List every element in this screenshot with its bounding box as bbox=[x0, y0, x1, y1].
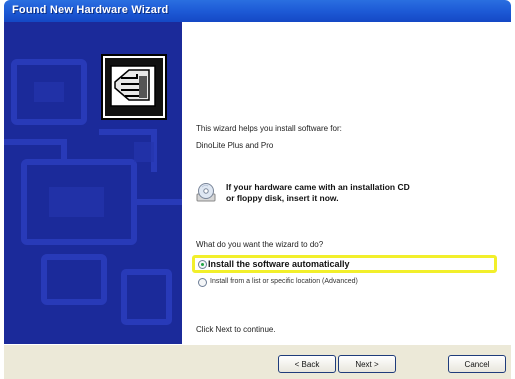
wizard-content: This wizard helps you install software f… bbox=[182, 22, 511, 344]
button-bar: < Back Next > Cancel bbox=[4, 344, 511, 379]
device-name: DinoLite Plus and Pro bbox=[196, 141, 274, 150]
cd-notice-line-2: or floppy disk, insert it now. bbox=[226, 193, 339, 203]
cd-disk-icon bbox=[196, 182, 216, 202]
cd-notice: If your hardware came with an installati… bbox=[226, 182, 410, 204]
option-install-manual-label[interactable]: Install from a list or specific location… bbox=[210, 278, 358, 285]
question-text: What do you want the wizard to do? bbox=[196, 240, 324, 249]
radio-install-manual[interactable] bbox=[198, 278, 207, 287]
window-title: Found New Hardware Wizard bbox=[12, 4, 169, 16]
back-button[interactable]: < Back bbox=[278, 355, 336, 373]
option-install-auto-label[interactable]: Install the software automatically bbox=[208, 259, 350, 269]
cd-notice-line-1: If your hardware came with an installati… bbox=[226, 182, 410, 192]
continue-text: Click Next to continue. bbox=[196, 325, 276, 334]
next-button[interactable]: Next > bbox=[338, 355, 396, 373]
hardware-device-icon bbox=[101, 54, 167, 120]
wizard-window: Found New Hardware Wizard This wizard he… bbox=[4, 0, 511, 379]
radio-install-auto[interactable] bbox=[198, 260, 207, 269]
cancel-button[interactable]: Cancel bbox=[448, 355, 506, 373]
wizard-side-panel bbox=[4, 22, 182, 344]
intro-text: This wizard helps you install software f… bbox=[196, 124, 342, 133]
title-bar[interactable]: Found New Hardware Wizard bbox=[4, 0, 511, 22]
